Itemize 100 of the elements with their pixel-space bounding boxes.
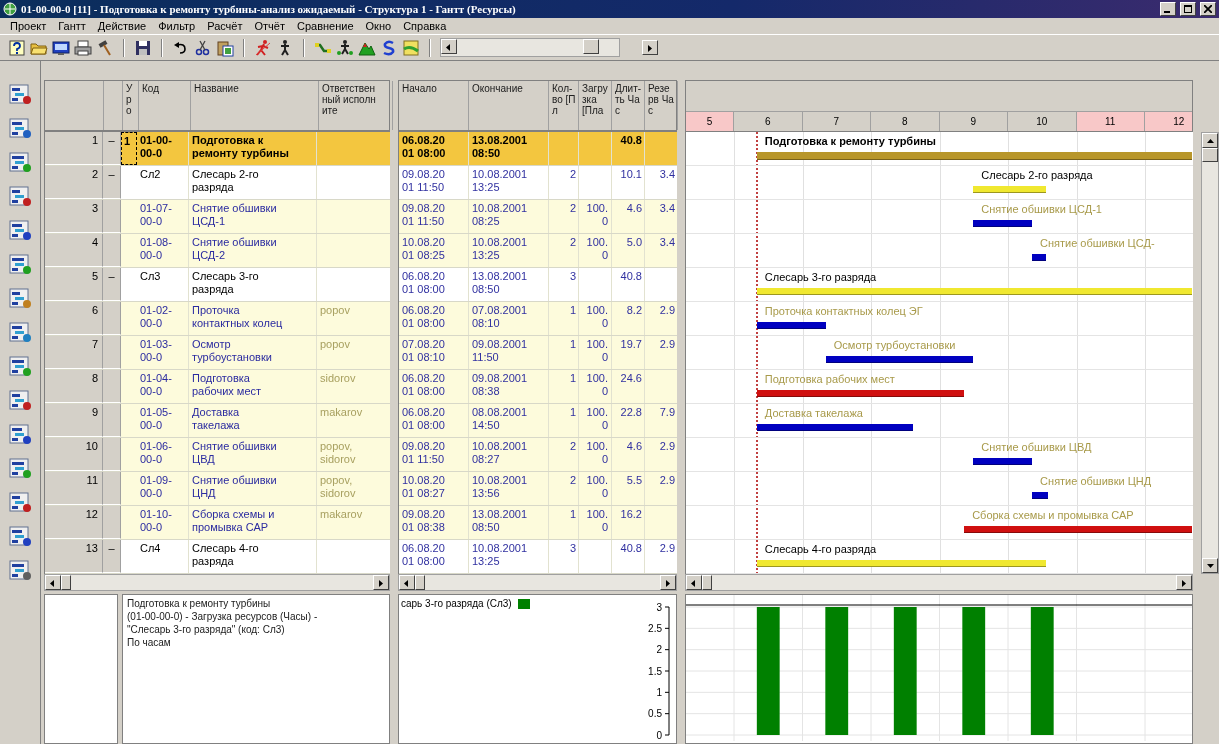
- gantt-chart-icon[interactable]: [8, 185, 32, 209]
- scrollbar[interactable]: [440, 38, 620, 57]
- scroll-left-button[interactable]: [686, 575, 702, 590]
- column-header[interactable]: Начало: [399, 81, 469, 130]
- table-row[interactable]: 8 01-04-00-0 Подготовка рабочих мест sidorov: [45, 370, 390, 404]
- maximize-button[interactable]: [1180, 2, 1196, 16]
- table-cell: 06.08.2001 08:00: [399, 268, 469, 301]
- scroll-right-button[interactable]: [660, 575, 676, 590]
- help-icon[interactable]: [8, 38, 26, 57]
- bar-label: Подготовка к ремонту турбины: [764, 135, 936, 147]
- scrollbar[interactable]: [44, 574, 390, 591]
- gantt-chart-icon[interactable]: [8, 491, 32, 515]
- table-row[interactable]: 4 01-08-00-0 Снятие обшивки ЦСД-2: [45, 234, 390, 268]
- collapse-toggle[interactable]: –: [103, 540, 121, 573]
- scroll-thumb[interactable]: [61, 575, 71, 590]
- table-row[interactable]: 6 01-02-00-0 Проточка контактных колец popov: [45, 302, 390, 336]
- gantt-chart-icon[interactable]: [8, 219, 32, 243]
- menu-item[interactable]: Расчёт: [201, 20, 249, 32]
- gantt-chart-icon[interactable]: [8, 83, 32, 107]
- gantt-chart-icon[interactable]: [8, 457, 32, 481]
- people-icon[interactable]: [336, 38, 354, 57]
- menu-item[interactable]: Фильтр: [152, 20, 202, 32]
- column-header[interactable]: Длит-ть Час: [612, 81, 645, 130]
- scroll-thumb[interactable]: [702, 575, 712, 590]
- menu-item[interactable]: Окно: [359, 20, 398, 32]
- menu-item[interactable]: Гантт: [52, 20, 92, 32]
- column-header[interactable]: Кол-во [Пл: [549, 81, 579, 130]
- scroll-thumb[interactable]: [1202, 148, 1218, 162]
- gantt-chart-icon[interactable]: [8, 525, 32, 549]
- scroll-thumb[interactable]: [415, 575, 425, 590]
- close-button[interactable]: [1200, 2, 1216, 16]
- printer-icon[interactable]: [74, 38, 92, 57]
- scroll-left-button[interactable]: [399, 575, 415, 590]
- scroll-right-button[interactable]: [373, 575, 389, 590]
- scrollbar[interactable]: [685, 574, 1193, 591]
- scrollbar[interactable]: [398, 574, 677, 591]
- table-cell: 01-05-00-0: [137, 404, 189, 437]
- collapse-toggle[interactable]: –: [103, 132, 121, 165]
- column-header[interactable]: Уро: [123, 81, 139, 130]
- gantt-chart-icon[interactable]: [8, 355, 32, 379]
- gantt-chart-icon[interactable]: [8, 117, 32, 141]
- table-cell: 10.1: [612, 166, 645, 199]
- table-row[interactable]: 13 – Сл4 Слесарь 4-го разряда: [45, 540, 390, 574]
- gantt-chart-icon[interactable]: [8, 151, 32, 175]
- scroll-down-button[interactable]: [1202, 558, 1218, 573]
- menu-item[interactable]: Отчёт: [248, 20, 291, 32]
- scroll-left-button[interactable]: [45, 575, 61, 590]
- gantt-chart-icon[interactable]: [8, 321, 32, 345]
- table-row[interactable]: 2 – Сл2 Слесарь 2-го разряда: [45, 166, 390, 200]
- table-row[interactable]: 7 01-03-00-0 Осмотр турбоустановки popov: [45, 336, 390, 370]
- table-cell: 01-09-00-0: [137, 472, 189, 505]
- menu-item[interactable]: Сравнение: [291, 20, 360, 32]
- gantt-bar[interactable]: [1032, 254, 1047, 261]
- column-header[interactable]: Окончание: [469, 81, 549, 130]
- row-number: 7: [45, 336, 103, 369]
- collapse-toggle[interactable]: –: [103, 268, 121, 301]
- table-row[interactable]: 9 01-05-00-0 Доставка такелажа makarov: [45, 404, 390, 438]
- save-icon[interactable]: [134, 38, 152, 57]
- table-row[interactable]: 1 – 1 01-00-00-0 Подготовка к ремонту турбины: [45, 132, 390, 166]
- column-header[interactable]: Ответственный исполните: [319, 81, 393, 130]
- row-number: 8: [45, 370, 103, 403]
- scroll-thumb[interactable]: [583, 39, 599, 54]
- table-cell: 01-00-00-0: [137, 132, 189, 165]
- minimize-button[interactable]: [1160, 2, 1176, 16]
- monitor-icon[interactable]: [52, 38, 70, 57]
- table-row[interactable]: 3 01-07-00-0 Снятие обшивки ЦСД-1: [45, 200, 390, 234]
- gantt-chart-icon[interactable]: [8, 287, 32, 311]
- scissors-icon[interactable]: [194, 38, 212, 57]
- gantt-chart-icon[interactable]: [8, 389, 32, 413]
- collapse-toggle[interactable]: –: [103, 166, 121, 199]
- table-cell: 5.5: [612, 472, 645, 505]
- table-row[interactable]: 11 01-09-00-0 Снятие обшивки ЦНД popov, sidorov: [45, 472, 390, 506]
- hammer-icon[interactable]: [96, 38, 114, 57]
- running-figure-icon[interactable]: [254, 38, 272, 57]
- scrollbar[interactable]: [1201, 132, 1219, 574]
- scroll-left-button[interactable]: [441, 39, 457, 54]
- column-header[interactable]: Загрузка [Пла: [579, 81, 612, 130]
- scroll-right-button[interactable]: [1176, 575, 1192, 590]
- column-header[interactable]: Название: [191, 81, 319, 130]
- column-header[interactable]: Резерв Час: [645, 81, 678, 130]
- table-row[interactable]: 5 – Сл3 Слесарь 3-го разряда: [45, 268, 390, 302]
- gantt-chart-icon[interactable]: [8, 253, 32, 277]
- row-number: 4: [45, 234, 103, 267]
- gantt-chart-icon[interactable]: [8, 423, 32, 447]
- table-cell: popov: [317, 302, 390, 335]
- scroll-up-button[interactable]: [1202, 133, 1218, 148]
- info-line: "Слесарь 3-го разряда" (код: Сл3): [127, 623, 286, 636]
- paste-icon[interactable]: [216, 38, 234, 57]
- scroll-right-button[interactable]: [642, 40, 658, 55]
- menu-item[interactable]: Справка: [397, 20, 453, 32]
- table-row[interactable]: 12 01-10-00-0 Сборка схемы и промывка САР makarov: [45, 506, 390, 540]
- table-cell: 10.08.2001 08:25: [469, 200, 549, 233]
- column-header[interactable]: Код: [139, 81, 191, 130]
- table-cell: Проточка контактных колец: [189, 302, 317, 335]
- table-cell: 1: [549, 302, 579, 335]
- menu-item[interactable]: Проект: [4, 20, 53, 32]
- table-row[interactable]: 10 01-06-00-0 Снятие обшивки ЦВД popov, sidorov: [45, 438, 390, 472]
- table-cell: 06.08.2001 08:00: [399, 302, 469, 335]
- gantt-chart-icon[interactable]: [8, 559, 32, 583]
- menu-item[interactable]: Действие: [91, 20, 153, 32]
